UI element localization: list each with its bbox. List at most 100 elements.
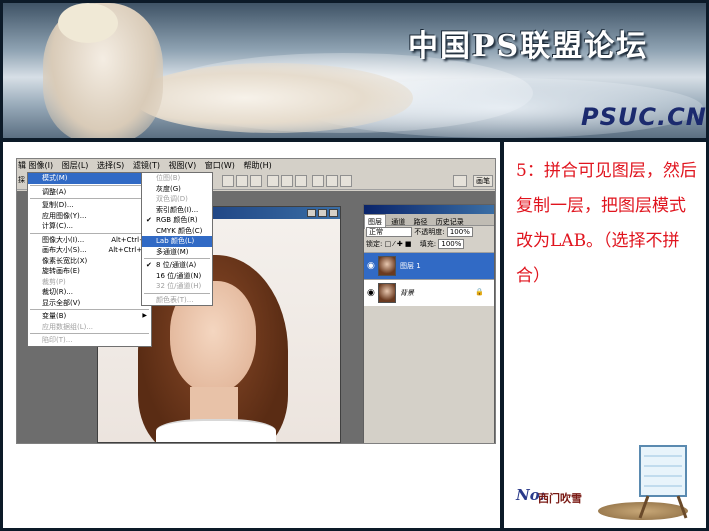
menu-item-label: 裁切(R)...	[42, 288, 74, 296]
file-browser-button[interactable]	[453, 175, 467, 187]
menu-item[interactable]: 灰度(G)	[142, 184, 212, 195]
menu-item-label: 复制(D)...	[42, 201, 74, 209]
distribute-button[interactable]	[295, 175, 307, 187]
menu-item[interactable]: 裁切(R)...	[28, 287, 151, 298]
instruction-panel: 5：拼合可见图层，然后复制一层，把图层模式改为LAB。（选择不拼合） No: 西…	[504, 142, 706, 528]
menu-separator	[30, 333, 149, 334]
menu-item[interactable]: 计算(C)...	[28, 221, 151, 232]
submenu-arrow-icon: ▶	[142, 312, 147, 319]
ps-menubar: 辑 图像(I) 图层(L) 选择(S) 滤镜(T) 视图(V) 窗口(W) 帮助…	[17, 159, 495, 172]
distribute-button[interactable]	[340, 175, 352, 187]
distribute-button[interactable]	[267, 175, 279, 187]
distribute-button[interactable]	[326, 175, 338, 187]
menu-item: 应用数据组(L)...	[28, 322, 151, 333]
menu-item-label: 计算(C)...	[42, 222, 74, 230]
menu-separator	[144, 258, 210, 259]
header-banner: 中国PS联盟论坛 PSUC.CN	[3, 3, 706, 138]
distribute-button[interactable]	[281, 175, 293, 187]
menu-item[interactable]: 画布大小(S)... Alt+Ctrl+C	[28, 245, 151, 256]
menu-view[interactable]: 视图(V)	[166, 159, 200, 172]
menu-separator	[30, 309, 149, 310]
menu-item[interactable]: Lab 颜色(L)	[142, 236, 212, 247]
menu-item[interactable]: 模式(M)▶	[28, 173, 151, 184]
distribute-button[interactable]	[312, 175, 324, 187]
menu-item[interactable]: 索引颜色(I)...	[142, 205, 212, 216]
menu-separator	[30, 232, 149, 234]
menu-item-label: 双色调(D)	[156, 195, 188, 203]
menu-image[interactable]: 图像(I)	[26, 159, 57, 172]
menu-item-label: 应用图像(Y)...	[42, 211, 87, 220]
lock-icon: 🔒	[475, 288, 484, 296]
menu-window[interactable]: 窗口(W)	[202, 159, 238, 172]
menu-filter[interactable]: 滤镜(T)	[130, 159, 163, 172]
menu-separator	[144, 292, 210, 294]
menu-layer[interactable]: 图层(L)	[59, 159, 92, 172]
lock-label: 锁定:	[366, 240, 383, 248]
menu-item-label: CMYK 颜色(C)	[156, 226, 203, 235]
menu-item[interactable]: 16 位/通道(N)	[142, 271, 212, 282]
menu-item-label: 裁剪(P)	[42, 277, 66, 286]
menu-item-label: 颜色表(T)...	[156, 295, 194, 304]
menu-item[interactable]: 变量(B) ▶	[28, 311, 151, 322]
menu-item[interactable]: 复制(D)...	[28, 200, 151, 211]
menu-partial[interactable]: 辑	[17, 159, 26, 172]
fill-input[interactable]: 100%	[438, 239, 465, 249]
menu-item-label: 灰度(G)	[156, 184, 181, 193]
menu-item-label: 画布大小(S)...	[42, 246, 87, 254]
layer-item[interactable]: ◉ 背景 🔒	[364, 279, 494, 306]
fill-label: 填充:	[419, 240, 437, 248]
blend-mode-select[interactable]: 正常	[366, 227, 412, 237]
layer-thumbnail	[378, 283, 396, 303]
menu-item[interactable]: 8 位/通道(A) ✔	[142, 260, 212, 271]
menu-item[interactable]: 应用图像(Y)...	[28, 211, 151, 222]
checkmark-icon: ✔	[146, 216, 152, 224]
align-button[interactable]	[250, 175, 262, 187]
mode-submenu: 位图(B) 灰度(G) 双色调(D) 索引颜色(I)... RGB 颜色(R) ✔ CMYK…	[141, 172, 213, 306]
lock-icons[interactable]: □ ⁄ ✚ ■	[385, 240, 412, 248]
menu-item[interactable]: 图像大小(I)... Alt+Ctrl+I	[28, 235, 151, 246]
photoshop-window: 辑 图像(I) 图层(L) 选择(S) 滤镜(T) 视图(V) 窗口(W) 帮助…	[16, 158, 496, 444]
menu-separator	[30, 198, 149, 199]
angel-illustration	[133, 63, 413, 133]
menu-item-label: 索引颜色(I)...	[156, 205, 199, 214]
menu-item-label: 32 位/通道(H)	[156, 282, 202, 290]
align-button[interactable]	[222, 175, 234, 187]
eye-icon[interactable]: ◉	[367, 261, 375, 271]
layer-item[interactable]: ◉ 图层 1	[364, 252, 494, 279]
menu-item[interactable]: 显示全部(V)	[28, 298, 151, 309]
site-url: PSUC.CN	[581, 103, 706, 131]
checkmark-icon: ✔	[146, 261, 152, 269]
layers-panel: 图层 通道 路径 历史记录 正常 不透明度: 100% 锁定: □ ⁄ ✚ ■ …	[363, 204, 495, 443]
brushes-tab[interactable]: 画笔	[473, 175, 493, 187]
menu-item-label: 显示全部(V)	[42, 298, 81, 307]
image-menu-dropdown: 模式(M)▶ 调整(A)▶ 复制(D)... 应用图像(Y)... 计算(C)... 图像…	[27, 172, 152, 347]
layer-name: 背景	[400, 289, 414, 297]
layer-thumbnail	[378, 256, 396, 276]
layers-panel-titlebar[interactable]	[364, 205, 494, 214]
blend-row: 正常 不透明度: 100%	[364, 226, 494, 238]
opacity-label: 不透明度:	[414, 228, 445, 236]
menu-item: 颜色表(T)...	[142, 295, 212, 306]
menu-item[interactable]: 旋转画布(E)▶	[28, 266, 151, 277]
step-instruction: 5：拼合可见图层，然后复制一层，把图层模式改为LAB。（选择不拼合）	[516, 161, 697, 286]
menu-item[interactable]: CMYK 颜色(C)	[142, 226, 212, 237]
menu-item-label: 16 位/通道(N)	[156, 271, 202, 280]
menu-item: 裁剪(P)	[28, 277, 151, 288]
menu-item[interactable]: 像素长宽比(X)▶	[28, 256, 151, 267]
menu-item-label: 图像大小(I)...	[42, 235, 85, 244]
menu-item[interactable]: 多通道(M)	[142, 247, 212, 258]
menu-item[interactable]: 调整(A)▶	[28, 187, 151, 198]
menu-item-label: 位图(B)	[156, 174, 181, 182]
menu-item-label: 8 位/通道(A)	[156, 261, 197, 269]
menu-item: 位图(B)	[142, 173, 212, 184]
menu-item[interactable]: RGB 颜色(R) ✔	[142, 215, 212, 226]
close-icon[interactable]	[329, 209, 338, 217]
minimize-icon[interactable]	[307, 209, 316, 217]
menu-select[interactable]: 选择(S)	[94, 159, 127, 172]
opacity-input[interactable]: 100%	[446, 227, 473, 237]
maximize-icon[interactable]	[318, 209, 327, 217]
align-button[interactable]	[236, 175, 248, 187]
menu-help[interactable]: 帮助(H)	[240, 159, 274, 172]
menu-item-label: 旋转画布(E)	[42, 267, 80, 275]
eye-icon[interactable]: ◉	[367, 288, 375, 298]
